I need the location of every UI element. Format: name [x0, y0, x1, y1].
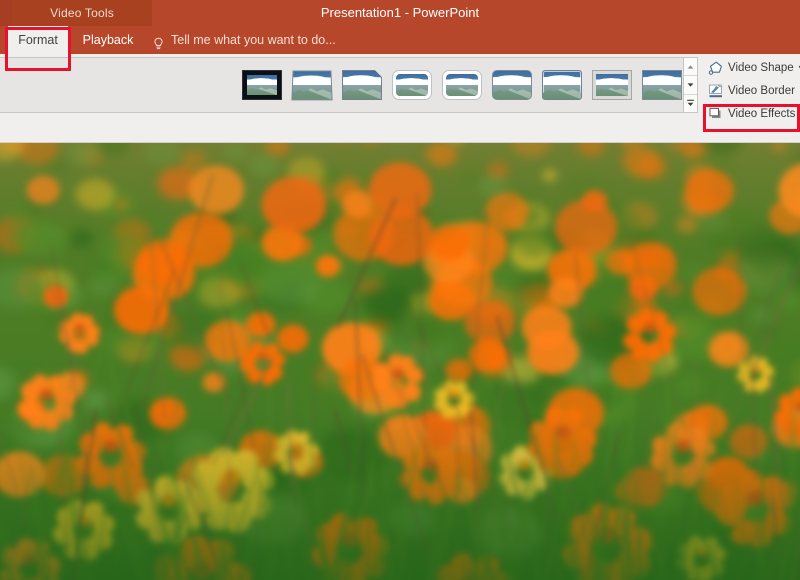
- landscape-thumbnail-icon: [492, 70, 532, 100]
- meadow-photo: [0, 143, 800, 580]
- lightbulb-icon: [152, 33, 165, 50]
- thumbnail-frame: [492, 70, 532, 100]
- thumbnail-frame: [291, 70, 333, 101]
- video-shape-button[interactable]: Video Shape ▾: [706, 56, 800, 79]
- background-flower-blur: [425, 143, 457, 167]
- video-border-label: Video Border: [728, 84, 795, 97]
- foliage-blur: [705, 230, 739, 255]
- ribbon-tab-row: Format Playback Tell me what you want to…: [0, 26, 800, 54]
- video-effects-label: Video Effects: [728, 107, 796, 120]
- flower-center: [291, 442, 301, 451]
- background-flower-blur: [223, 143, 249, 162]
- landscape-thumbnail-icon: [446, 74, 478, 96]
- thumbnail-frame: [392, 70, 432, 100]
- landscape-thumbnail-icon: [342, 70, 382, 100]
- video-style-commands: Video Shape ▾ Video Border ▾: [706, 56, 800, 125]
- flower-blur: [369, 208, 435, 266]
- tell-me-placeholder: Tell me what you want to do...: [171, 33, 336, 47]
- contextual-tab-label: Video Tools: [50, 6, 114, 20]
- flower-center: [644, 322, 656, 333]
- thumbnail-frame: [542, 70, 582, 100]
- scroll-up-icon[interactable]: [684, 58, 697, 77]
- background-flower-blur: [75, 178, 115, 211]
- thumbnail-frame: [642, 70, 682, 100]
- flower-blur: [691, 267, 747, 315]
- landscape-thumbnail-icon: [642, 70, 682, 100]
- landscape-thumbnail-icon: [247, 75, 277, 95]
- flower-blur: [262, 176, 327, 234]
- thumbnail-frame: [242, 70, 282, 100]
- video-style-thumbnail-strip: [0, 58, 683, 112]
- title-bar-left-pad: [0, 0, 12, 26]
- video-border-icon: [708, 83, 724, 99]
- landscape-thumbnail-icon: [596, 74, 628, 96]
- foliage-blur: [4, 206, 33, 227]
- flower-blur: [430, 224, 472, 261]
- background-flower-blur: [68, 227, 95, 249]
- ribbon: Video Shape ▾ Video Border ▾: [0, 54, 800, 190]
- background-flower-blur: [637, 155, 667, 179]
- background-flower-blur: [144, 143, 181, 167]
- powerpoint-window: Video Tools Presentation1 - PowerPoint F…: [0, 0, 800, 580]
- thumbnail-frame: [342, 70, 382, 100]
- thumbnail-frame: [592, 70, 632, 100]
- video-border-button[interactable]: Video Border ▾: [706, 79, 800, 102]
- flower-blur: [188, 165, 244, 215]
- video-shape-label: Video Shape: [728, 61, 794, 74]
- foliage-blur: [514, 229, 554, 257]
- video-style-thumbnail[interactable]: [0, 58, 683, 112]
- background-flower-blur: [249, 153, 279, 177]
- video-preview[interactable]: [0, 143, 800, 580]
- video-shape-icon: [708, 60, 724, 76]
- video-effects-button[interactable]: Video Effects ▾: [706, 102, 800, 125]
- foliage-blur: [728, 207, 761, 231]
- landscape-thumbnail-icon: [291, 70, 333, 101]
- video-styles-gallery[interactable]: [0, 57, 684, 113]
- thumbnail-frame: [442, 70, 482, 100]
- flower-blur: [315, 254, 341, 277]
- background-flower-blur: [115, 198, 129, 210]
- video-effects-icon: [708, 106, 724, 122]
- background-flower-blur: [773, 143, 785, 151]
- gallery-scroll-buttons: [684, 57, 698, 113]
- title-bar: Video Tools Presentation1 - PowerPoint: [0, 0, 800, 26]
- landscape-thumbnail-icon: [542, 70, 582, 100]
- tab-format[interactable]: Format: [8, 26, 68, 54]
- grass-blade: [754, 540, 761, 580]
- flower-blur: [26, 175, 60, 205]
- tab-playback[interactable]: Playback: [72, 26, 144, 54]
- tell-me-search[interactable]: Tell me what you want to do...: [152, 26, 336, 54]
- background-flower-blur: [685, 146, 700, 158]
- more-styles-icon[interactable]: [684, 94, 697, 112]
- flower-center: [75, 323, 84, 332]
- flower-blur: [555, 199, 618, 255]
- background-flower-blur: [542, 169, 557, 181]
- landscape-thumbnail-icon: [396, 74, 428, 96]
- flower-center: [258, 352, 268, 361]
- scroll-down-icon[interactable]: [684, 76, 697, 95]
